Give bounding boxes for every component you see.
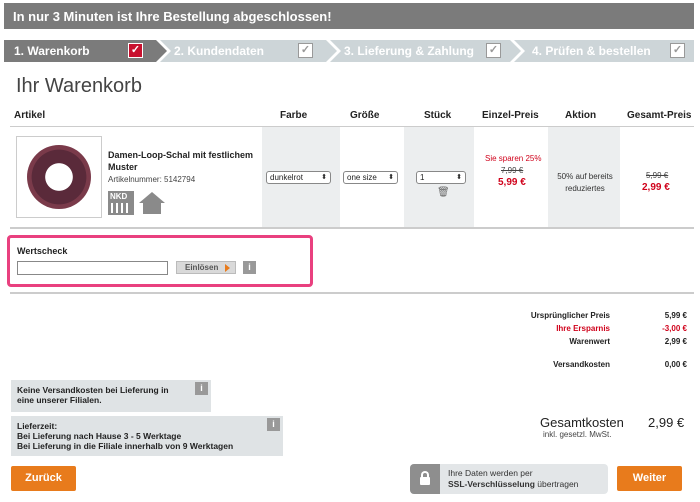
cart-item-row: Damen-Loop-Schal mit festlichem Muster A… bbox=[10, 127, 694, 227]
scarf-image bbox=[27, 145, 91, 209]
checkmark-icon: ✓ bbox=[128, 43, 143, 58]
tax-note: inkl. gesetzl. MwSt. bbox=[543, 430, 612, 439]
article-number: Artikelnummer: 5142794 bbox=[108, 175, 196, 184]
house-icon bbox=[139, 192, 165, 214]
old-unit-price: 7,99 € bbox=[501, 166, 524, 175]
ssl-bold: SSL-Verschlüsselung bbox=[448, 479, 535, 489]
savings-percent: Sie sparen 25% bbox=[485, 154, 542, 163]
checkmark-icon: ✓ bbox=[298, 43, 313, 58]
shipping-note: Keine Versandkosten bei Lieferung in ein… bbox=[11, 380, 211, 412]
color-select[interactable]: dunkelrot ⬍ bbox=[266, 171, 331, 184]
chevron-updown-icon: ⬍ bbox=[456, 174, 462, 181]
nkd-delivery-icon: NKD bbox=[108, 191, 134, 215]
step-warenkorb[interactable]: 1. Warenkorb ✓ bbox=[4, 40, 167, 62]
divider bbox=[10, 292, 694, 294]
savings-value: -3,00 € bbox=[662, 324, 687, 333]
step-label: 4. Prüfen & bestellen bbox=[532, 44, 651, 58]
step-label: 1. Warenkorb bbox=[14, 44, 90, 58]
checkmark-icon: ✓ bbox=[486, 43, 501, 58]
info-icon[interactable]: i bbox=[243, 261, 256, 274]
step-label: 2. Kundendaten bbox=[174, 44, 265, 58]
shipping-note-line1: Keine Versandkosten bei Lieferung in bbox=[17, 385, 169, 395]
chevron-updown-icon: ⬍ bbox=[321, 174, 327, 181]
divider bbox=[10, 227, 694, 229]
ssl-line1: Ihre Daten werden per bbox=[448, 468, 533, 478]
chevron-updown-icon: ⬍ bbox=[388, 174, 394, 181]
step-label: 3. Lieferung & Zahlung bbox=[344, 44, 475, 58]
cart-table-header: Artikel Farbe Größe Stück Einzel-Preis A… bbox=[10, 107, 694, 127]
header-farbe: Farbe bbox=[280, 110, 308, 121]
goods-value: 2,99 € bbox=[664, 337, 687, 346]
voucher-label: Wertscheck bbox=[17, 246, 68, 256]
ssl-rest: übertragen bbox=[534, 479, 579, 489]
ssl-notice: Ihre Daten werden per SSL-Verschlüsselun… bbox=[410, 464, 608, 494]
original-price-value: 5,99 € bbox=[664, 311, 687, 320]
step-kundendaten[interactable]: 2. Kundendaten ✓ bbox=[160, 40, 337, 62]
delivery-time-note: Lieferzeit: Bei Lieferung nach Hause 3 -… bbox=[11, 416, 283, 456]
size-value: one size bbox=[347, 173, 377, 182]
banner-title: In nur 3 Minuten ist Ihre Bestellung abg… bbox=[13, 9, 332, 24]
step-lieferung-zahlung[interactable]: 3. Lieferung & Zahlung ✓ bbox=[330, 40, 521, 62]
redeem-button[interactable]: Einlösen bbox=[176, 261, 236, 274]
product-name[interactable]: Damen-Loop-Schal mit festlichem Muster bbox=[108, 149, 258, 173]
header-gesamtpreis: Gesamt-Preis bbox=[627, 110, 692, 121]
savings-label: Ihre Ersparnis bbox=[556, 324, 610, 333]
color-value: dunkelrot bbox=[270, 173, 303, 182]
header-groesse: Größe bbox=[350, 110, 380, 121]
action-text: 50% auf bereits reduziertes bbox=[557, 172, 613, 193]
header-aktion: Aktion bbox=[565, 110, 597, 121]
goods-value-label: Warenwert bbox=[569, 337, 610, 346]
voucher-section: Wertscheck Einlösen i bbox=[7, 235, 313, 287]
total-value: 2,99 € bbox=[648, 415, 685, 430]
info-icon[interactable]: i bbox=[267, 418, 280, 431]
arrow-right-icon bbox=[225, 264, 230, 272]
total-label: Gesamtkosten bbox=[540, 415, 624, 430]
next-button[interactable]: Weiter bbox=[617, 466, 682, 491]
unit-price: 5,99 € bbox=[498, 177, 526, 188]
checkout-steps: 1. Warenkorb ✓ 2. Kundendaten ✓ 3. Liefe… bbox=[4, 40, 694, 62]
voucher-input[interactable] bbox=[17, 261, 168, 275]
lock-icon bbox=[410, 464, 440, 494]
quantity-value: 1 bbox=[420, 173, 425, 182]
delivery-line1: Bei Lieferung nach Hause 3 - 5 Werktage bbox=[17, 431, 182, 441]
original-price-label: Ursprünglicher Preis bbox=[530, 311, 610, 320]
shipping-value: 0,00 € bbox=[664, 360, 687, 369]
checkmark-icon: ✓ bbox=[670, 43, 685, 58]
trash-icon[interactable]: 🗑 bbox=[437, 187, 450, 198]
page-title: Ihr Warenkorb bbox=[16, 75, 142, 97]
info-icon[interactable]: i bbox=[195, 382, 208, 395]
shipping-label: Versandkosten bbox=[553, 360, 610, 369]
product-image[interactable] bbox=[16, 136, 102, 218]
header-artikel: Artikel bbox=[14, 110, 46, 121]
quantity-select[interactable]: 1 ⬍ bbox=[416, 171, 466, 184]
total-price: 2,99 € bbox=[642, 182, 670, 193]
size-select[interactable]: one size ⬍ bbox=[343, 171, 398, 184]
old-total-price: 5,99 € bbox=[646, 171, 669, 180]
brand-badge: NKD bbox=[110, 192, 128, 201]
header-stueck: Stück bbox=[424, 110, 452, 121]
checkout-banner: In nur 3 Minuten ist Ihre Bestellung abg… bbox=[4, 3, 694, 29]
shipping-note-line2: eine unserer Filialen. bbox=[17, 395, 102, 405]
delivery-title: Lieferzeit: bbox=[17, 421, 58, 431]
redeem-label: Einlösen bbox=[185, 263, 219, 272]
header-einzelpreis: Einzel-Preis bbox=[482, 110, 539, 121]
step-pruefen-bestellen[interactable]: 4. Prüfen & bestellen ✓ bbox=[514, 40, 694, 62]
back-button[interactable]: Zurück bbox=[11, 466, 76, 491]
delivery-line2: Bei Lieferung in die Filiale innerhalb v… bbox=[17, 441, 234, 451]
